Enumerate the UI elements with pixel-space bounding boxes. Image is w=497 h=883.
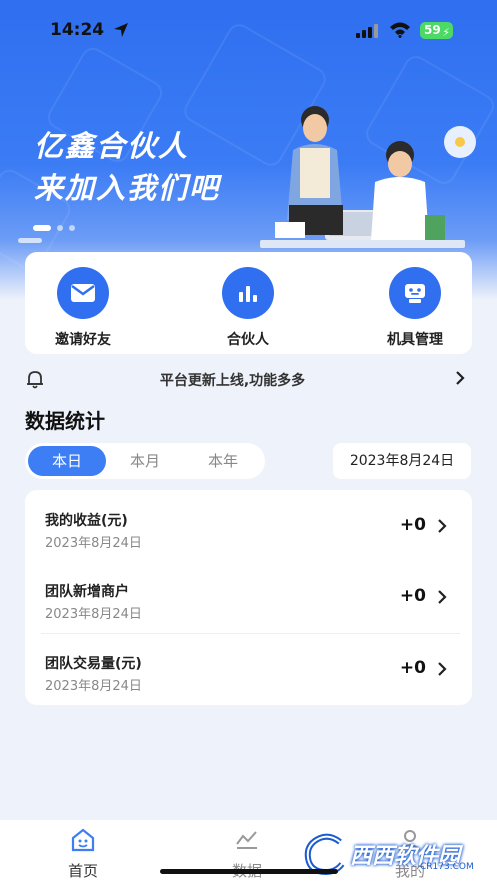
chevron-right-icon — [438, 662, 447, 676]
home-indicator — [160, 869, 338, 874]
battery-indicator: 59 ⚡ — [420, 22, 453, 39]
data-chart-icon — [236, 831, 257, 849]
stats-card: 我的收益(元) 2023年8月24日 +0 团队新增商户 2023年8月24日 … — [25, 490, 472, 705]
banner-title: 亿鑫合伙人 来加入我们吧 — [34, 129, 221, 205]
mail-icon — [57, 267, 109, 319]
wifi-icon — [390, 22, 410, 38]
bar-chart-icon — [222, 267, 274, 319]
device-icon — [389, 267, 441, 319]
location-arrow-icon — [114, 23, 128, 37]
divider — [41, 633, 460, 634]
status-time: 14:24 — [50, 20, 105, 40]
charging-bolt-icon: ⚡ — [442, 26, 450, 39]
stat-row-new-merchants[interactable]: 团队新增商户 2023年8月24日 +0 — [25, 563, 472, 633]
carousel-dots[interactable] — [33, 225, 75, 231]
status-bar: 14:24 59 ⚡ — [0, 0, 497, 60]
notice-text: 平台更新上线,功能多多 — [159, 373, 306, 389]
invite-friends-button[interactable]: 邀请好友 — [23, 267, 143, 349]
date-picker[interactable]: 2023年8月24日 — [333, 443, 471, 479]
stat-row-team-volume[interactable]: 团队交易量(元) 2023年8月24日 +0 — [25, 635, 472, 705]
notice-bar[interactable]: 平台更新上线,功能多多 — [0, 362, 497, 394]
tab-home[interactable]: 首页 — [33, 828, 133, 881]
chevron-right-icon — [438, 519, 447, 533]
section-title: 数据统计 — [25, 409, 105, 433]
device-management-button[interactable]: 机具管理 — [355, 267, 475, 349]
chevron-right-icon — [438, 590, 447, 604]
banner-illustration — [260, 106, 476, 248]
signal-icon — [356, 24, 378, 38]
tab-this-month[interactable]: 本月 — [106, 446, 184, 476]
home-icon — [71, 828, 95, 852]
stat-row-earnings[interactable]: 我的收益(元) 2023年8月24日 +0 — [25, 492, 472, 562]
partner-button[interactable]: 合伙人 — [188, 267, 308, 349]
chevron-right-icon — [456, 371, 465, 385]
tab-today[interactable]: 本日 — [28, 446, 106, 476]
tab-this-year[interactable]: 本年 — [184, 446, 262, 476]
period-segmented-control: 本日 本月 本年 — [25, 443, 265, 479]
quick-actions-card: 邀请好友 合伙人 机具管理 — [25, 252, 472, 354]
